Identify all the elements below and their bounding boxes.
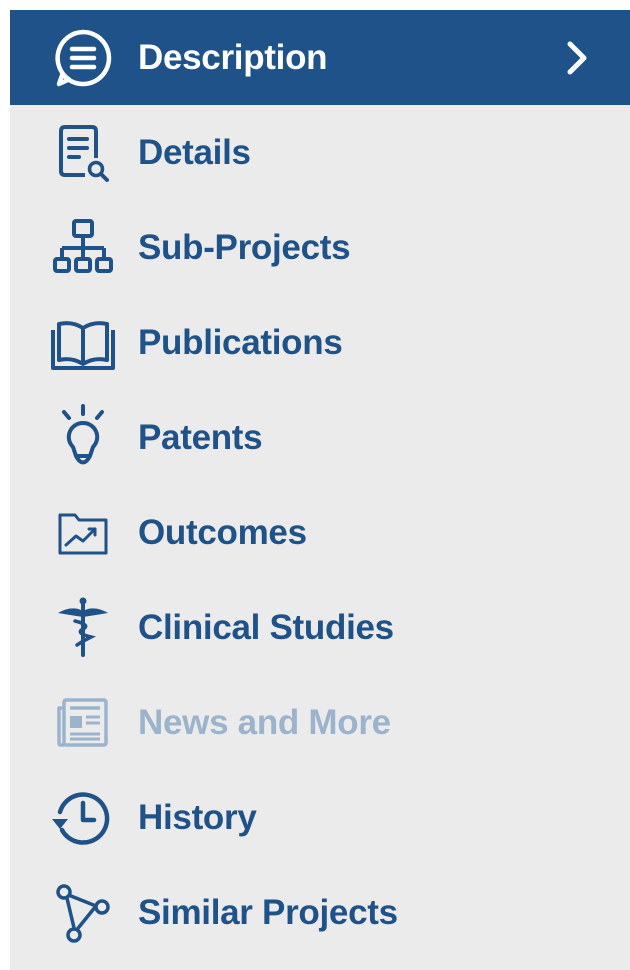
nav-item-sub-projects[interactable]: Sub-Projects bbox=[10, 200, 630, 295]
document-search-icon bbox=[48, 118, 118, 188]
nav-label-similar-projects: Similar Projects bbox=[138, 892, 398, 932]
nav-label-description: Description bbox=[138, 37, 328, 77]
nav-item-outcomes[interactable]: Outcomes bbox=[10, 485, 630, 580]
nav-label-clinical-studies: Clinical Studies bbox=[138, 607, 394, 647]
nav-item-news-and-more[interactable]: News and More bbox=[10, 675, 630, 770]
nav-list: Description Details Sub-Projects Publica… bbox=[10, 10, 630, 960]
nav-label-news-and-more: News and More bbox=[138, 702, 391, 742]
nav-label-outcomes: Outcomes bbox=[138, 512, 307, 552]
nav-item-clinical-studies[interactable]: Clinical Studies bbox=[10, 580, 630, 675]
nav-item-history[interactable]: History bbox=[10, 770, 630, 865]
project-sidebar-nav: Description Details Sub-Projects Publica… bbox=[10, 10, 630, 970]
nav-label-publications: Publications bbox=[138, 322, 343, 362]
chevron-right-icon bbox=[562, 38, 592, 78]
nav-item-similar-projects[interactable]: Similar Projects bbox=[10, 865, 630, 960]
network-nodes-icon bbox=[48, 878, 118, 948]
org-chart-icon bbox=[48, 213, 118, 283]
nav-item-details[interactable]: Details bbox=[10, 105, 630, 200]
nav-item-publications[interactable]: Publications bbox=[10, 295, 630, 390]
nav-item-description[interactable]: Description bbox=[10, 10, 630, 105]
speech-bubble-list-icon bbox=[48, 23, 118, 93]
lightbulb-icon bbox=[48, 403, 118, 473]
caduceus-icon bbox=[48, 593, 118, 663]
folder-chart-icon bbox=[48, 498, 118, 568]
history-clock-icon bbox=[48, 783, 118, 853]
nav-label-details: Details bbox=[138, 132, 251, 172]
newspaper-icon bbox=[48, 688, 118, 758]
open-book-icon bbox=[48, 308, 118, 378]
nav-label-sub-projects: Sub-Projects bbox=[138, 227, 351, 267]
nav-item-patents[interactable]: Patents bbox=[10, 390, 630, 485]
nav-label-patents: Patents bbox=[138, 417, 263, 457]
nav-label-history: History bbox=[138, 797, 257, 837]
